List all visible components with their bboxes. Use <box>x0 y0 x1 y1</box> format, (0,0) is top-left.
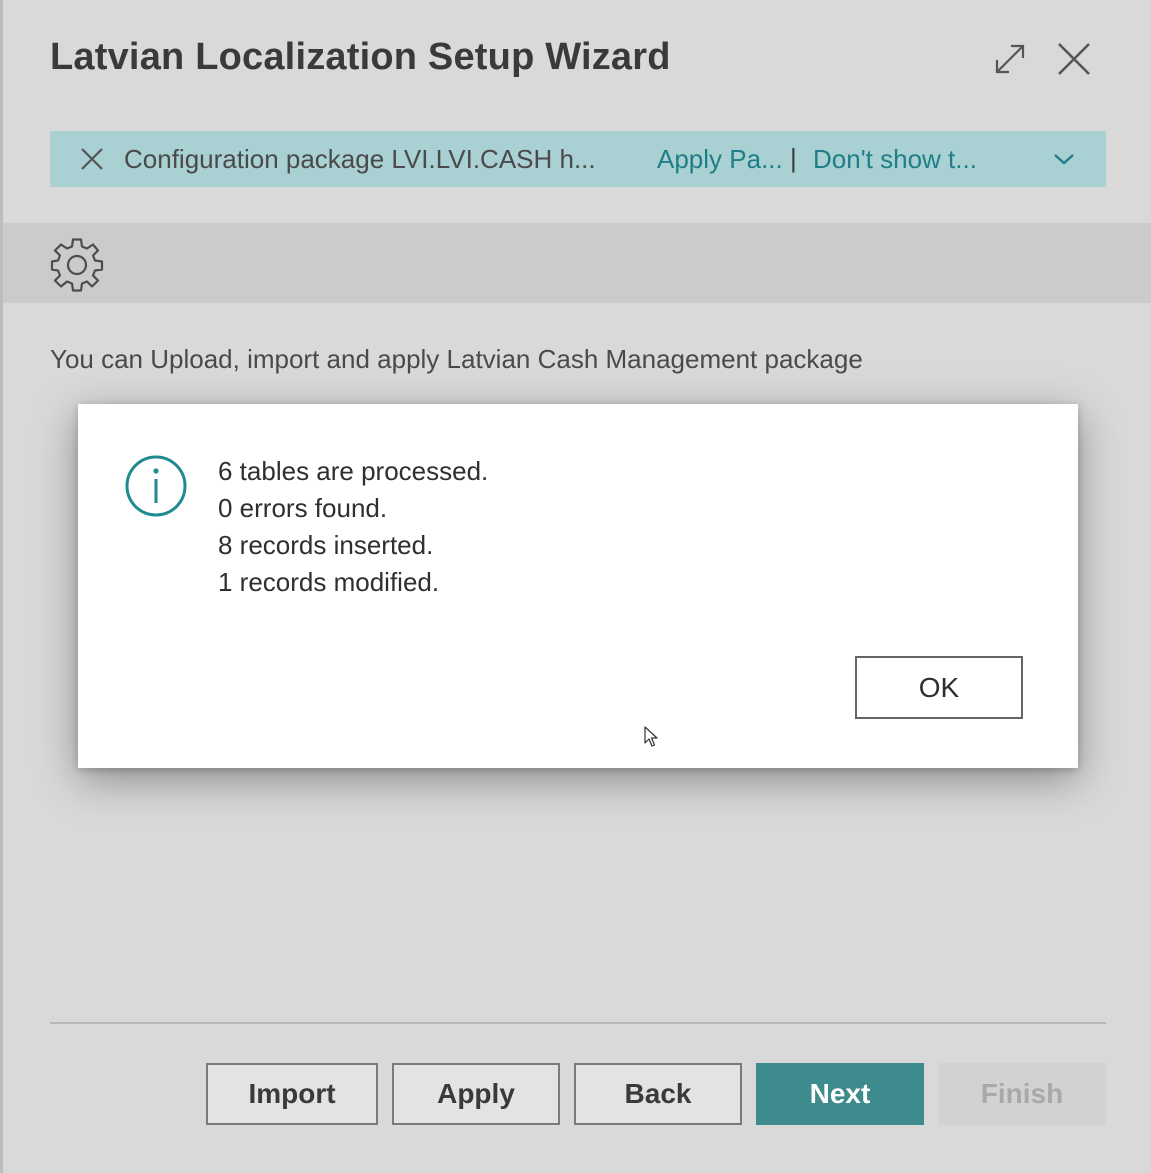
window-edge <box>0 0 3 1173</box>
mouse-cursor-icon <box>644 726 658 747</box>
dont-show-link[interactable]: Don't show t... <box>813 144 977 175</box>
notification-expand-button[interactable] <box>1046 144 1082 174</box>
wizard-description: You can Upload, import and apply Latvian… <box>50 344 863 374</box>
expand-button[interactable] <box>986 35 1034 83</box>
close-icon <box>81 148 103 170</box>
apply-package-link[interactable]: Apply Pa... <box>657 144 783 175</box>
notification-separator: | <box>790 143 797 173</box>
chevron-down-icon <box>1054 154 1074 165</box>
notification-dismiss-button[interactable] <box>74 143 110 175</box>
close-button[interactable] <box>1050 35 1098 83</box>
close-icon <box>1058 43 1090 75</box>
back-button[interactable]: Back <box>574 1063 742 1125</box>
expand-icon <box>995 44 1025 74</box>
gear-icon[interactable] <box>50 238 104 292</box>
dialog-message-line: 6 tables are processed. <box>218 456 489 486</box>
info-icon <box>125 455 187 517</box>
next-button[interactable]: Next <box>756 1063 924 1125</box>
notification-message: Configuration package LVI.LVI.CASH h... <box>124 144 596 174</box>
finish-button: Finish <box>938 1063 1106 1125</box>
action-bar <box>3 223 1151 303</box>
wizard-title: Latvian Localization Setup Wizard <box>50 36 671 78</box>
import-button[interactable]: Import <box>206 1063 378 1125</box>
dialog-message-line: 8 records inserted. <box>218 530 434 560</box>
ok-button[interactable]: OK <box>855 656 1023 719</box>
dialog-message-line: 1 records modified. <box>218 567 440 597</box>
footer-divider <box>50 1022 1106 1024</box>
dialog-message-line: 0 errors found. <box>218 493 388 523</box>
apply-button[interactable]: Apply <box>392 1063 560 1125</box>
